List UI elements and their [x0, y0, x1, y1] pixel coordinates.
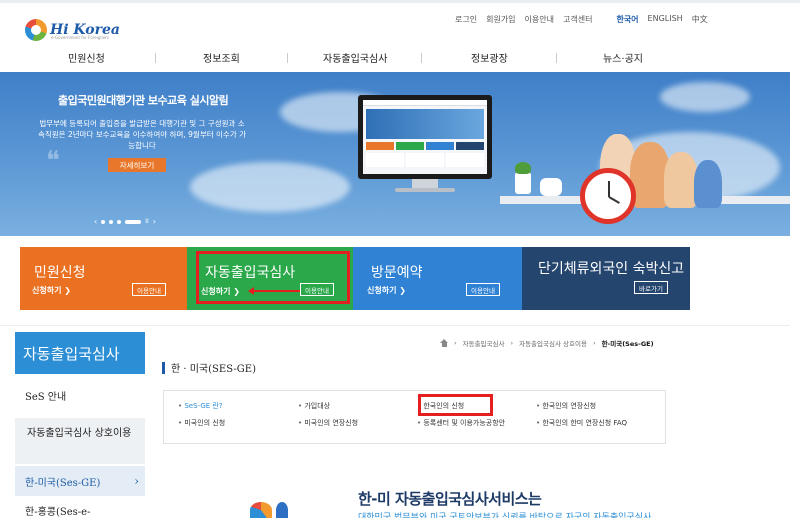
tile-guide-button[interactable]: 이용안내 [132, 283, 166, 296]
page-title-text: 한 · 미국(SES-GE) [171, 364, 256, 375]
breadcrumb-current: 한-미국(Ses-GE) [601, 340, 654, 348]
tile-guide-button[interactable]: 이용안내 [466, 283, 500, 296]
top-border [0, 0, 800, 3]
utility-nav: 로그인 회원가입 이용안내 고객센터 한국어 ENGLISH 中文 [455, 14, 708, 25]
banner-detail-button[interactable]: 자세히보기 [108, 158, 166, 172]
plant-illustration [515, 162, 531, 194]
sidebar-item-korea-hongkong[interactable]: 한-홍콩(Ses-e- [15, 500, 145, 518]
subnav-eligibility[interactable]: 가입대상 [298, 401, 330, 411]
tile-visit-reservation[interactable]: 방문예약 신청하기 ❯ 이용안내 [353, 247, 522, 310]
cloud-decoration [190, 162, 350, 212]
banner-description: 법무부에 등록되어 출입증을 발급받은 대행기관 및 그 구성원과 소속직원은 … [37, 119, 246, 150]
nav-civil-petition[interactable]: 민원신청 [68, 50, 105, 65]
subnav-ses-ge-what[interactable]: SeS-GE 란? [178, 401, 222, 411]
highlight-box [418, 394, 493, 416]
login-link[interactable]: 로그인 [455, 14, 477, 25]
tile-title: 방문예약 [371, 265, 423, 281]
nav-auto-immigration[interactable]: 자동출입국심사 [323, 50, 387, 65]
breadcrumb-separator: › [454, 339, 457, 347]
nav-separator [421, 53, 422, 63]
nav-separator [556, 53, 557, 63]
logo-mark-icon [25, 19, 47, 41]
cloud-decoration [660, 82, 750, 112]
guide-link[interactable]: 이용안내 [525, 14, 554, 25]
customer-center-link[interactable]: 고객센터 [563, 14, 592, 25]
page-title: 한 · 미국(SES-GE) [162, 360, 256, 375]
breadcrumb: › 자동출입국심사 › 자동출입국심사 상호이용 › 한-미국(Ses-GE) [440, 338, 654, 348]
monitor-base [395, 188, 455, 192]
breadcrumb-item[interactable]: 자동출입국심사 [463, 338, 505, 348]
pager-dot[interactable] [117, 219, 122, 224]
tile-title: 민원신청 [34, 265, 86, 281]
lang-korean[interactable]: 한국어 [616, 14, 638, 25]
nav-separator [287, 53, 288, 63]
nav-info-lookup[interactable]: 정보조회 [203, 50, 240, 65]
breadcrumb-separator: › [510, 339, 514, 347]
sidebar-item-label: 한-미국(Ses-GE) [25, 477, 101, 489]
globe-decoration [250, 502, 272, 518]
sidebar-title: 자동출입국심사 [15, 332, 145, 374]
nav-news-notice[interactable]: 뉴스·공지 [603, 50, 643, 65]
subnav-centers-airports[interactable]: 등록센터 및 이용가능공항안 [417, 418, 505, 428]
pager-dot[interactable] [109, 219, 114, 224]
quote-icon: ❝ [46, 146, 60, 176]
lang-chinese[interactable]: 中文 [692, 14, 708, 25]
pager-next-icon[interactable]: › [153, 217, 156, 226]
sidebar-item-ses-guide[interactable]: SeS 안내 [15, 388, 145, 403]
home-icon[interactable] [440, 339, 448, 347]
globe-decoration [276, 502, 288, 518]
monitor-illustration [358, 95, 492, 179]
sidebar-item-korea-usa[interactable]: 한-미국(Ses-GE) › [15, 466, 145, 496]
tile-go-button[interactable]: 바로가기 [634, 281, 668, 294]
person-illustration [664, 152, 698, 208]
robot-illustration [540, 178, 562, 196]
title-bar-decoration [162, 361, 165, 374]
tile-apply-link[interactable]: 신청하기 ❯ [32, 285, 71, 296]
pager-dot-active[interactable] [125, 219, 142, 224]
lang-english[interactable]: ENGLISH [648, 14, 683, 25]
pager-dot[interactable] [101, 219, 106, 224]
tile-civil-petition[interactable]: 민원신청 신청하기 ❯ 이용안내 [20, 247, 187, 310]
breadcrumb-separator: › [592, 339, 596, 347]
logo-subtitle: e-Government for Foreigners [51, 35, 110, 40]
breadcrumb-item[interactable]: 자동출입국심사 상호이용 [519, 338, 587, 348]
tile-apply-link[interactable]: 신청하기 ❯ [367, 285, 406, 296]
nav-info-plaza[interactable]: 정보광장 [471, 50, 508, 65]
signup-link[interactable]: 회원가입 [486, 14, 515, 25]
main-banner: 출입국민원대행기관 보수교육 실시알림 법무부에 등록되어 출입증을 발급받은 … [0, 72, 790, 236]
subnav-korean-renewal[interactable]: 한국인의 연장신청 [536, 401, 596, 411]
chevron-right-icon: › [134, 474, 139, 488]
banner-title: 출입국민원대행기관 보수교육 실시알림 [58, 94, 229, 107]
subnav-american-apply[interactable]: 미국인의 신청 [178, 418, 225, 428]
pager-pause-icon[interactable]: II [145, 218, 149, 225]
sub-navigation: SeS-GE 란? 가입대상 한국인의 신청 한국인의 연장신청 미국인의 신청… [163, 390, 666, 444]
sidebar-item-mutual-use[interactable]: 자동출입국심사 상호이용 [15, 418, 145, 464]
tile-title: 단기체류외국인 숙박신고 [538, 261, 685, 277]
promo-subtitle: 대한민국 법무부와 미국 국토안보부가 신뢰를 바탕으로 자국의 자동출입국심사 [358, 513, 652, 518]
tile-short-stay-report[interactable]: 단기체류외국인 숙박신고 바로가기 [522, 247, 690, 310]
highlight-box [196, 251, 350, 304]
alarm-clock-illustration [580, 168, 636, 224]
subnav-renewal-faq[interactable]: 한국인의 한미 연장신청 FAQ [536, 418, 627, 428]
subnav-american-renewal[interactable]: 미국인의 연장신청 [298, 418, 358, 428]
divider [0, 325, 790, 326]
arrow-left-icon [248, 287, 300, 295]
main-nav: 민원신청 정보조회 자동출입국심사 정보광장 뉴스·공지 [0, 48, 800, 68]
nav-separator [155, 53, 156, 63]
hikorea-logo[interactable]: Hi Korea e-Government for Foreigners [25, 18, 120, 42]
promo-title: 한-미 자동출입국심사서비스는 [358, 490, 542, 508]
banner-pager: ‹ II › [94, 217, 156, 226]
person-illustration [694, 160, 722, 208]
pager-prev-icon[interactable]: ‹ [94, 217, 97, 226]
